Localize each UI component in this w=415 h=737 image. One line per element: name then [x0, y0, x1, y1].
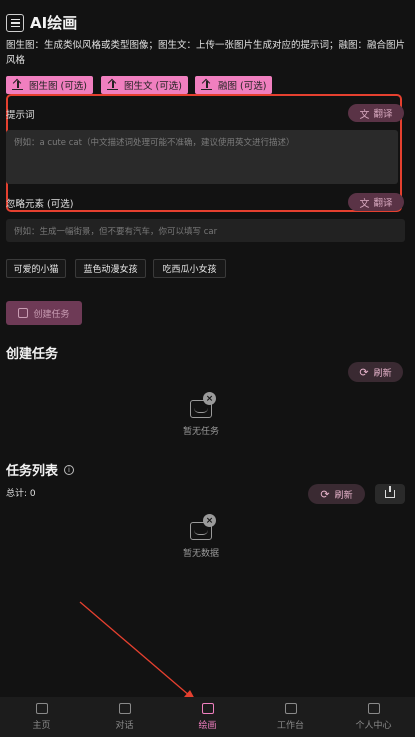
- tab-workbench[interactable]: 工作台: [249, 697, 332, 737]
- paint-icon: [201, 703, 214, 714]
- tab-profile[interactable]: 个人中心: [332, 697, 415, 737]
- arrow-line: [79, 601, 191, 697]
- bottom-tab-bar: 主页 对话 绘画 工作台 个人中心: [0, 697, 415, 737]
- workbench-icon: [284, 703, 297, 714]
- tab-paint[interactable]: 绘画: [166, 697, 249, 737]
- profile-icon: [367, 703, 380, 714]
- tab-home[interactable]: 主页: [0, 697, 83, 737]
- tab-chat[interactable]: 对话: [83, 697, 166, 737]
- chat-icon: [118, 703, 131, 714]
- home-icon: [35, 703, 48, 714]
- annotation-arrow: [79, 601, 196, 701]
